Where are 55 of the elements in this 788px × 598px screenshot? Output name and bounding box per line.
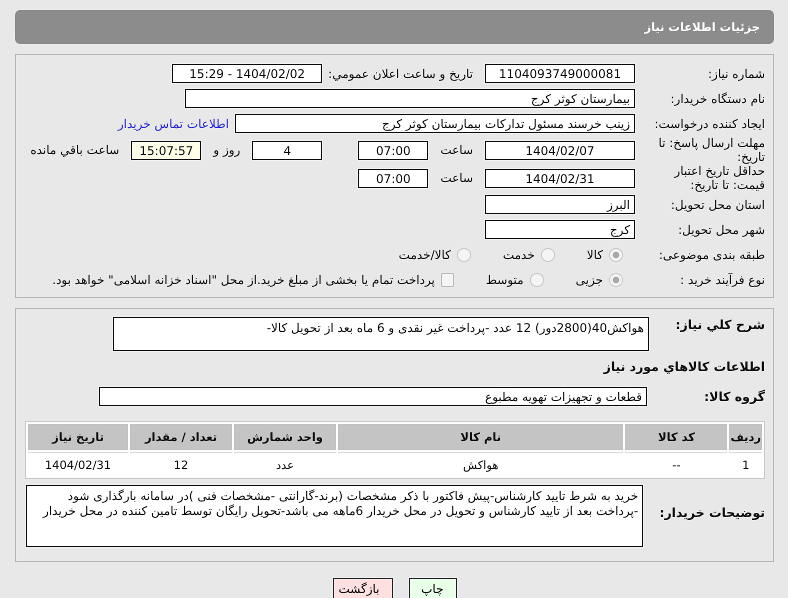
field-label: توضیحات خریدار: <box>658 504 765 520</box>
creator-field: زینب خرسند مسئول تدارکات بیمارستان کوثر کرج <box>235 114 635 133</box>
column-header: کد کالا <box>625 424 728 450</box>
column-header: واحد شمارش <box>234 424 336 450</box>
days-field: 4 <box>252 140 322 160</box>
remaining-time-field: 15:07:57 <box>131 140 202 160</box>
time-field: 07:00 <box>358 140 428 160</box>
field-label: ایجاد کننده درخواست: <box>653 116 765 130</box>
radio-button[interactable] <box>609 272 623 286</box>
goods-group-field: قطعات و تجهیزات تهویه مطبوع <box>99 387 647 406</box>
field-label: نوع فرآیند خرید : <box>679 272 765 286</box>
city-field: کرج <box>485 220 635 239</box>
announce-date-field: 1404/02/02 - 15:29 <box>172 64 322 83</box>
time-label: ساعت <box>439 143 474 157</box>
field-label: تاریخ و ساعت اعلان عمومي: <box>328 66 473 80</box>
checkbox-label: پرداخت تمام یا بخشی از مبلغ خرید.از محل "اسناد خزانه اسلامی" خواهد بود. <box>52 272 435 286</box>
field-label: مهلت ارسال پاسخ: تا تاریخ: <box>657 136 765 164</box>
field-label: گروه کالا: <box>703 389 765 404</box>
time-field: 07:00 <box>358 168 428 188</box>
field-label: نام دستگاه خریدار: <box>670 92 765 106</box>
page-title: جزئیات اطلاعات نیاز <box>644 20 760 34</box>
field-label: شماره نیاز: <box>707 66 765 80</box>
column-header: تاریخ نیاز <box>28 424 128 450</box>
days-label: روز و <box>212 143 242 157</box>
option-label: متوسط <box>486 272 524 286</box>
date-field: 1404/02/31 <box>485 168 635 188</box>
date-field: 1404/02/07 <box>485 140 635 160</box>
buyer-org-field: بیمارستان کوثر کرج <box>185 89 635 108</box>
option-label: کالا/خدمت <box>398 248 451 262</box>
description-box: هواکش40(2800دور) 12 عدد -پرداخت غیر نقدی و 6 ماه بعد از تحویل کالا- <box>113 317 649 351</box>
option-label: جزیی <box>576 272 603 286</box>
radio-button[interactable] <box>456 248 471 262</box>
option-label: کالا <box>586 248 603 262</box>
column-header: تعداد / مقدار <box>130 424 232 450</box>
need-number-field: 1104093749000081 <box>485 64 635 83</box>
province-field: البرز <box>485 195 635 214</box>
field-label: طبقه بندی موضوعی: <box>658 248 765 262</box>
column-header: نام کالا <box>338 424 624 450</box>
time-label: ساعت <box>439 171 474 185</box>
radio-button[interactable] <box>540 248 555 262</box>
section-heading: اطلاعات کالاهاي مورد نياز <box>602 359 765 374</box>
radio-button[interactable] <box>609 248 623 262</box>
radio-button[interactable] <box>530 272 544 286</box>
field-label: شهر محل تحویل: <box>677 222 765 236</box>
action-button[interactable]: بازگشت <box>332 578 392 598</box>
remaining-label: ساعت باقي مانده <box>29 143 120 157</box>
buyer-notes-box: خرید به شرط تایید کارشناس-پیش فاکتور با ذکر مشخصات (برند-گارانتی -مشخصات فنی )در سامانه بارگذاری شود -پرداخت بعد از تایید کارشناس و تحویل در محل خریدار 6ماهه می باشد-تحویل رایگان توسط تامین کننده در محل خریدار <box>26 485 644 547</box>
option-label: خدمت <box>502 248 535 262</box>
action-button[interactable]: چاپ <box>408 578 456 598</box>
contact-link[interactable]: اطلاعات تماس خریدار <box>118 116 229 130</box>
field-label: حداقل تاریخ اعتبار قیمت: تا تاریخ: <box>672 164 765 192</box>
checkbox[interactable] <box>440 272 454 286</box>
column-header: ردیف <box>729 424 762 450</box>
field-label: شرح کلي نياز: <box>674 317 765 332</box>
field-label: استان محل تحویل: <box>670 198 765 212</box>
